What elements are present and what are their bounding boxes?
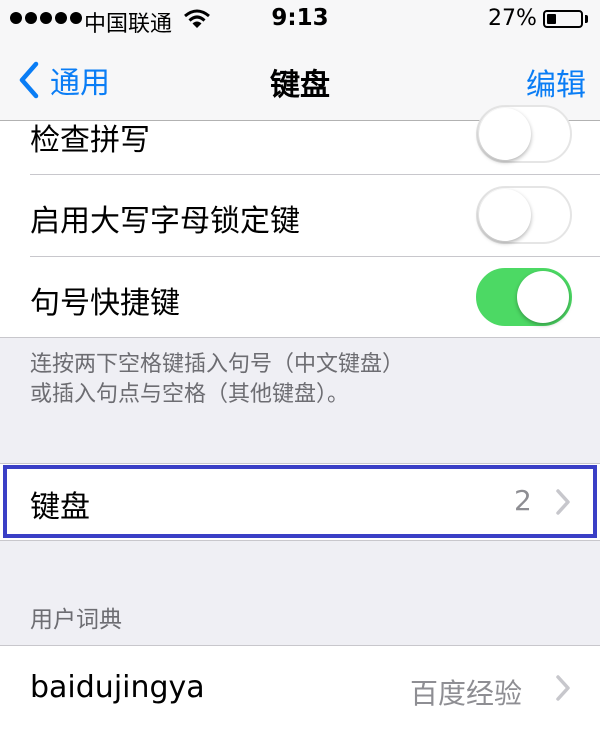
period-shortcut-toggle[interactable] [476,268,572,326]
dictionary-phrase: 百度经验 [410,677,523,710]
edit-button[interactable]: 编辑 [526,60,586,104]
spell-check-label: 检查拼写 [30,123,150,158]
battery-percent: 27% [488,6,537,31]
keyboard-options-group: 检查拼写 启用大写字母锁定键 句号快捷键 [0,105,600,338]
battery-level-fill [547,14,556,24]
chevron-right-icon [556,675,570,701]
toggle-knob [479,189,531,241]
user-dictionary-header: 用户词典 [30,607,122,633]
footnote-line-1: 连按两下空格键插入句号（中文键盘） [30,352,405,377]
spell-check-row: 检查拼写 [0,105,600,174]
period-shortcut-label: 句号快捷键 [30,286,180,321]
battery-icon [543,10,583,28]
period-shortcut-footnote: 连按两下空格键插入句号（中文键盘） 或插入句点与空格（其他键盘）。 [30,350,590,410]
toggle-knob [517,271,569,323]
caps-lock-label: 启用大写字母锁定键 [30,204,300,239]
toggle-knob [479,108,531,160]
caps-lock-row: 启用大写字母锁定键 [0,174,600,256]
dictionary-shortcut: baidujingya [30,670,205,705]
page-title: 键盘 [270,68,330,103]
battery-cap [585,15,588,23]
dictionary-entry-row[interactable]: baidujingya 百度经验 [0,646,600,728]
spell-check-toggle[interactable] [476,105,572,163]
period-shortcut-row: 句号快捷键 [0,256,600,338]
footnote-line-2: 或插入句点与空格（其他键盘）。 [30,382,350,407]
user-dictionary-group: baidujingya 百度经验 [0,645,600,732]
caps-lock-toggle[interactable] [476,186,572,244]
highlight-frame [3,465,597,538]
status-bar: 中国联通 9:13 27% [0,0,600,40]
